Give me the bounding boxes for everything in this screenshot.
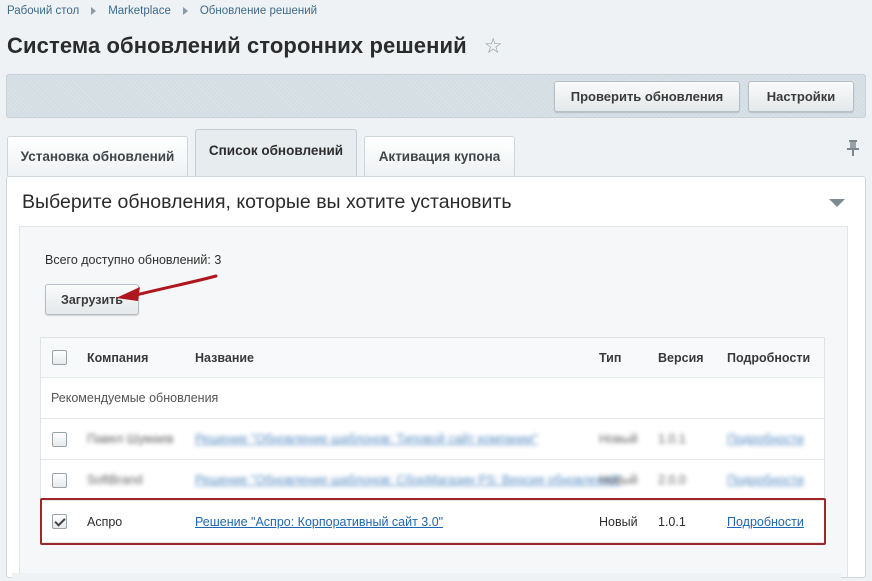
column-version[interactable]: Версия — [658, 338, 704, 377]
details-link[interactable]: Подробности — [727, 460, 804, 500]
page-title: Система обновлений сторонних решений — [7, 33, 467, 58]
solution-link[interactable]: Решение "Обновление шаблонов: СборМагази… — [195, 460, 622, 500]
version-cell: 1.0.1 — [658, 432, 686, 446]
breadcrumb: Рабочий стол Marketplace Обновление реше… — [7, 5, 317, 17]
select-all-cell — [52, 338, 67, 377]
row-checkbox-checked[interactable] — [52, 514, 67, 529]
title-row: Система обновлений сторонних решений ☆ — [7, 33, 503, 59]
row-checkbox[interactable] — [52, 431, 67, 447]
tab-install-updates[interactable]: Установка обновлений — [7, 136, 188, 176]
panel-header: Выберите обновления, которые вы хотите у… — [22, 191, 512, 213]
details-link[interactable]: Подробности — [727, 501, 804, 542]
breadcrumb-desktop[interactable]: Рабочий стол — [7, 5, 79, 17]
select-all-checkbox[interactable] — [52, 350, 67, 365]
company-cell: SoftBrand — [87, 473, 143, 487]
chevron-right-icon — [91, 7, 97, 15]
tab-update-list[interactable]: Список обновлений — [195, 129, 357, 176]
breadcrumb-marketplace[interactable]: Marketplace — [108, 5, 171, 17]
table-row: Аспро Решение "Аспро: Корпоративный сайт… — [41, 501, 824, 542]
column-type[interactable]: Тип — [599, 338, 621, 377]
breadcrumb-updates[interactable]: Обновление решений — [200, 5, 317, 17]
column-details[interactable]: Подробности — [727, 338, 810, 377]
total-updates-text: Всего доступно обновлений: 3 — [45, 253, 222, 267]
column-company[interactable]: Компания — [87, 338, 148, 377]
tabs: Установка обновлений Список обновлений А… — [6, 128, 866, 176]
tab-coupon-activation[interactable]: Активация купона — [364, 136, 515, 176]
row-checkbox-cell — [52, 501, 67, 542]
group-row: Рекомендуемые обновления — [41, 378, 824, 419]
table-row: SoftBrand Решение "Обновление шаблонов: … — [41, 460, 824, 501]
row-checkbox-cell — [52, 419, 67, 459]
updates-table: Компания Название Тип Версия Подробности… — [40, 337, 825, 543]
check-updates-button[interactable]: Проверить обновления — [554, 81, 740, 112]
bottom-strip — [12, 573, 841, 581]
type-cell: Новый — [599, 473, 638, 487]
company-cell: Аспро — [87, 514, 123, 529]
column-name[interactable]: Название — [195, 338, 254, 377]
table-header-row: Компания Название Тип Версия Подробности — [41, 338, 824, 378]
details-link[interactable]: Подробности — [727, 419, 804, 459]
star-icon[interactable]: ☆ — [484, 36, 503, 57]
solution-link[interactable]: Решение "Обновление шаблонов: Типовой са… — [195, 419, 538, 459]
table-row: Павел Шумаев Решение "Обновление шаблоно… — [41, 419, 824, 460]
version-cell: 2.0.0 — [658, 473, 686, 487]
chevron-right-icon — [182, 7, 188, 15]
settings-button[interactable]: Настройки — [748, 81, 854, 112]
load-button[interactable]: Загрузить — [45, 284, 139, 315]
company-cell: Павел Шумаев — [87, 432, 174, 446]
collapse-icon[interactable] — [829, 199, 845, 207]
pin-icon[interactable] — [846, 139, 860, 157]
toolbar: Проверить обновления Настройки — [6, 74, 866, 118]
row-checkbox[interactable] — [52, 472, 67, 488]
group-label: Рекомендуемые обновления — [51, 391, 219, 405]
row-checkbox-cell — [52, 460, 67, 500]
version-cell: 1.0.1 — [658, 514, 686, 529]
type-cell: Новый — [599, 432, 638, 446]
solution-link[interactable]: Решение "Аспро: Корпоративный сайт 3.0" — [195, 501, 443, 542]
type-cell: Новый — [599, 514, 638, 529]
